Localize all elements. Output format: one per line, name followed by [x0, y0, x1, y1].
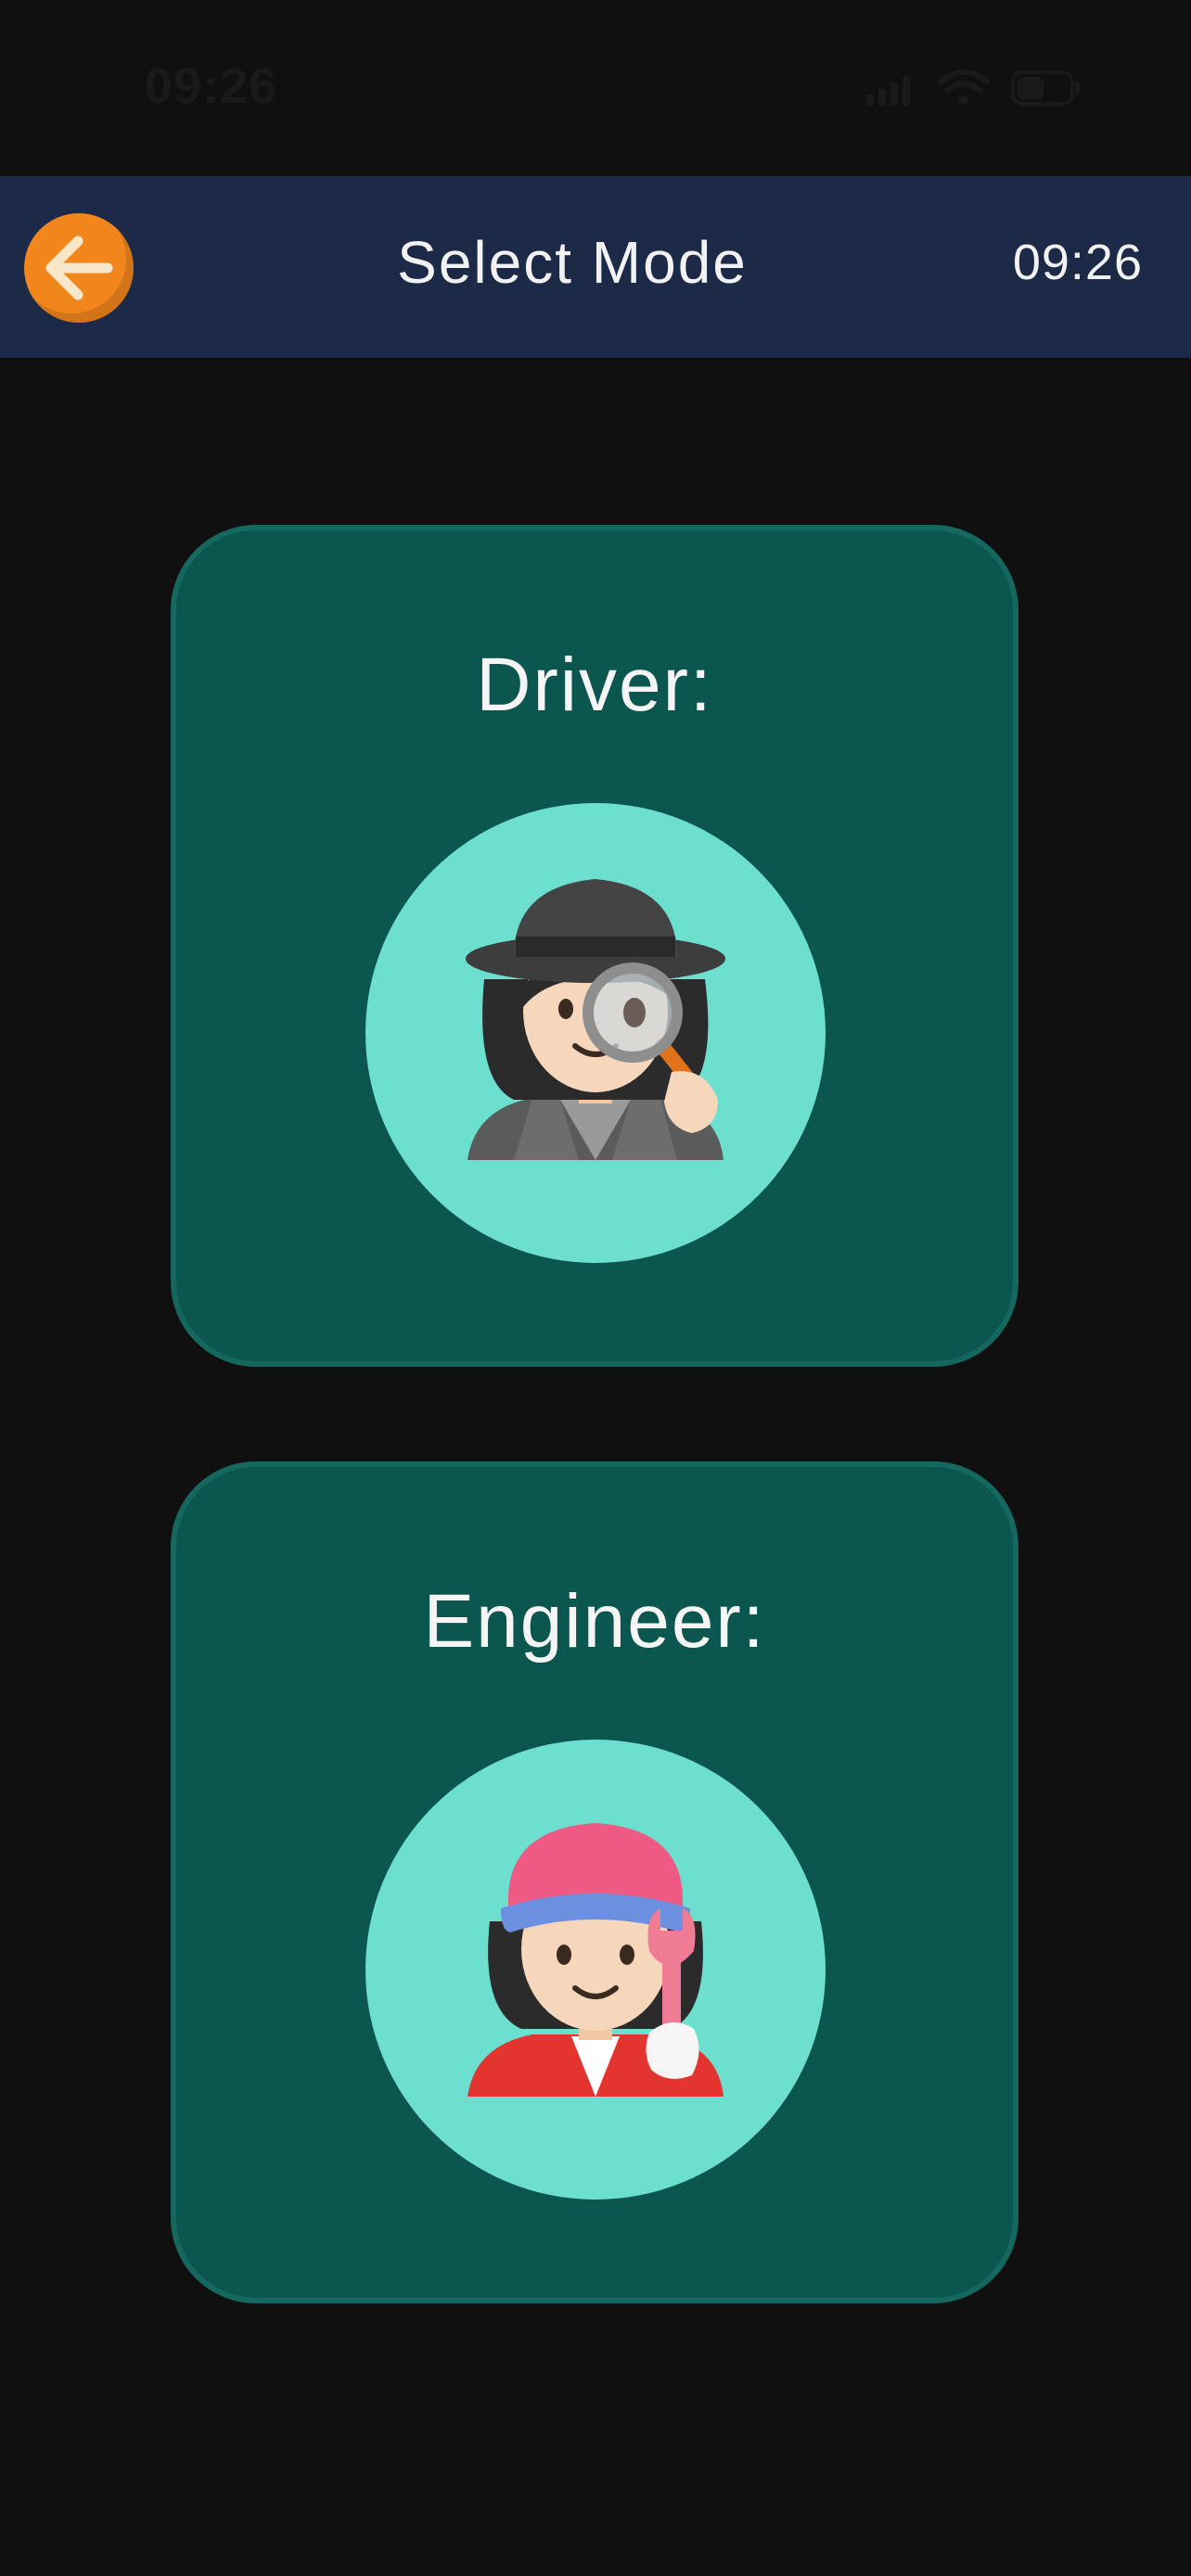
wifi-icon — [938, 70, 990, 105]
detective-icon — [466, 879, 725, 1160]
status-bar: 09:26 — [0, 0, 1191, 176]
status-time: 09:26 — [145, 58, 278, 114]
engineer-mode-card[interactable]: Engineer: — [171, 1461, 1018, 2303]
driver-mode-label: Driver: — [476, 643, 713, 727]
status-icons — [866, 65, 1089, 111]
driver-mode-card[interactable]: Driver: — [171, 525, 1018, 1367]
page-title: Select Mode — [397, 229, 748, 296]
driver-avatar — [365, 803, 826, 1263]
signal-icon — [866, 76, 910, 106]
header-time: 09:26 — [1012, 235, 1143, 290]
engineer-avatar — [365, 1740, 826, 2200]
battery-icon — [1011, 70, 1080, 106]
engineer-mode-label: Engineer: — [423, 1579, 766, 1664]
header-bar: Select Mode 09:26 — [0, 176, 1191, 358]
mechanic-icon — [467, 1823, 724, 2097]
